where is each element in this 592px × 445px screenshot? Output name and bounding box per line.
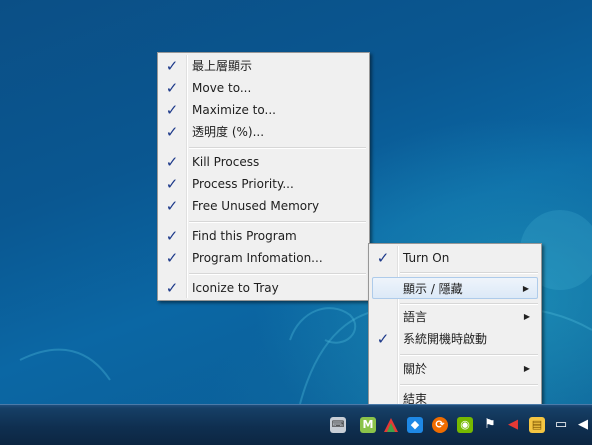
folder-icon[interactable]: ▤	[529, 417, 545, 433]
check-icon: ✓	[165, 175, 179, 193]
menu-item-label: 最上層顯示	[192, 59, 253, 73]
app-launcher-icon[interactable]	[383, 417, 399, 433]
menu-item-run-at-startup[interactable]: ✓ 系統開機時啟動	[372, 328, 538, 350]
notification-area: ⌨ M ◆ ⟳ ◉ ⚑ ◀ ▤ ▭ ◀	[325, 405, 592, 445]
menu-separator	[400, 384, 538, 386]
check-icon: ✓	[165, 227, 179, 245]
menu-item-kill-process[interactable]: ✓ Kill Process	[161, 151, 366, 173]
menu-item-always-on-top[interactable]: ✓ 最上層顯示	[161, 55, 366, 77]
sync-icon[interactable]: ⟳	[432, 417, 448, 433]
menu-item-label: 關於	[403, 362, 428, 376]
menu-item-turn-on[interactable]: ✓ Turn On	[372, 247, 538, 269]
menu-item-label: Kill Process	[192, 155, 260, 169]
check-icon: ✓	[165, 153, 179, 171]
menu-item-process-priority[interactable]: ✓ Process Priority...	[161, 173, 366, 195]
check-icon: ✓	[165, 123, 179, 141]
menu-item-label: 顯示 / 隱藏	[403, 282, 463, 296]
check-icon: ✓	[165, 197, 179, 215]
check-icon: ✓	[165, 79, 179, 97]
check-icon: ✓	[376, 330, 390, 348]
network-icon[interactable]: ▭	[553, 417, 569, 433]
menu-item-label: Iconize to Tray	[192, 281, 279, 295]
menu-item-maximize-to[interactable]: ✓ Maximize to...	[161, 99, 366, 121]
nvidia-icon[interactable]: ◉	[457, 417, 473, 433]
menu-separator	[189, 273, 366, 275]
menu-item-program-information[interactable]: ✓ Program Infomation...	[161, 247, 366, 269]
menu-item-about[interactable]: 關於 ▶	[372, 358, 538, 380]
gmail-notifier-icon[interactable]: M	[360, 417, 376, 433]
check-icon: ✓	[165, 101, 179, 119]
menu-item-label: Find this Program	[192, 229, 297, 243]
menu-separator	[189, 221, 366, 223]
menu-separator	[189, 147, 366, 149]
submenu-arrow-icon: ▶	[522, 284, 529, 293]
menu-item-label: Program Infomation...	[192, 251, 323, 265]
volume-muted-icon[interactable]: ◀	[505, 417, 521, 433]
keyboard-icon[interactable]: ⌨	[330, 417, 346, 433]
check-icon: ✓	[376, 249, 390, 267]
menu-separator	[400, 303, 538, 305]
menu-item-label: 系統開機時啟動	[403, 332, 488, 346]
tray-context-menu: ✓ Turn On 顯示 / 隱藏 ▶ 語言 ▶ ✓ 系統開機時啟動 關於 ▶ …	[368, 243, 542, 413]
menu-item-label: Process Priority...	[192, 177, 294, 191]
menu-item-label: Move to...	[192, 81, 252, 95]
menu-item-show-hide[interactable]: 顯示 / 隱藏 ▶	[372, 277, 538, 299]
menu-item-label: 透明度 (%)...	[192, 125, 265, 139]
menu-item-find-this-program[interactable]: ✓ Find this Program	[161, 225, 366, 247]
menu-item-move-to[interactable]: ✓ Move to...	[161, 77, 366, 99]
volume-icon[interactable]: ◀	[575, 417, 591, 433]
submenu-arrow-icon: ▶	[523, 364, 530, 373]
menu-item-free-unused-memory[interactable]: ✓ Free Unused Memory	[161, 195, 366, 217]
dropbox-icon[interactable]: ◆	[407, 417, 423, 433]
menu-separator	[400, 354, 538, 356]
menu-separator	[400, 272, 538, 274]
menu-item-label: Maximize to...	[192, 103, 276, 117]
menu-item-iconize-to-tray[interactable]: ✓ Iconize to Tray	[161, 277, 366, 299]
window-context-menu: ✓ 最上層顯示 ✓ Move to... ✓ Maximize to... ✓ …	[157, 52, 370, 301]
menu-item-language[interactable]: 語言 ▶	[372, 306, 538, 328]
check-icon: ✓	[165, 249, 179, 267]
menu-item-label: Free Unused Memory	[192, 199, 320, 213]
menu-item-label: Turn On	[403, 251, 450, 265]
submenu-arrow-icon: ▶	[523, 312, 530, 321]
check-icon: ✓	[165, 279, 179, 297]
menu-item-transparency[interactable]: ✓ 透明度 (%)...	[161, 121, 366, 143]
menu-item-label: 語言	[403, 310, 428, 324]
check-icon: ✓	[165, 57, 179, 75]
flag-icon[interactable]: ⚑	[482, 417, 498, 433]
taskbar: ⌨ M ◆ ⟳ ◉ ⚑ ◀ ▤ ▭ ◀	[0, 404, 592, 445]
